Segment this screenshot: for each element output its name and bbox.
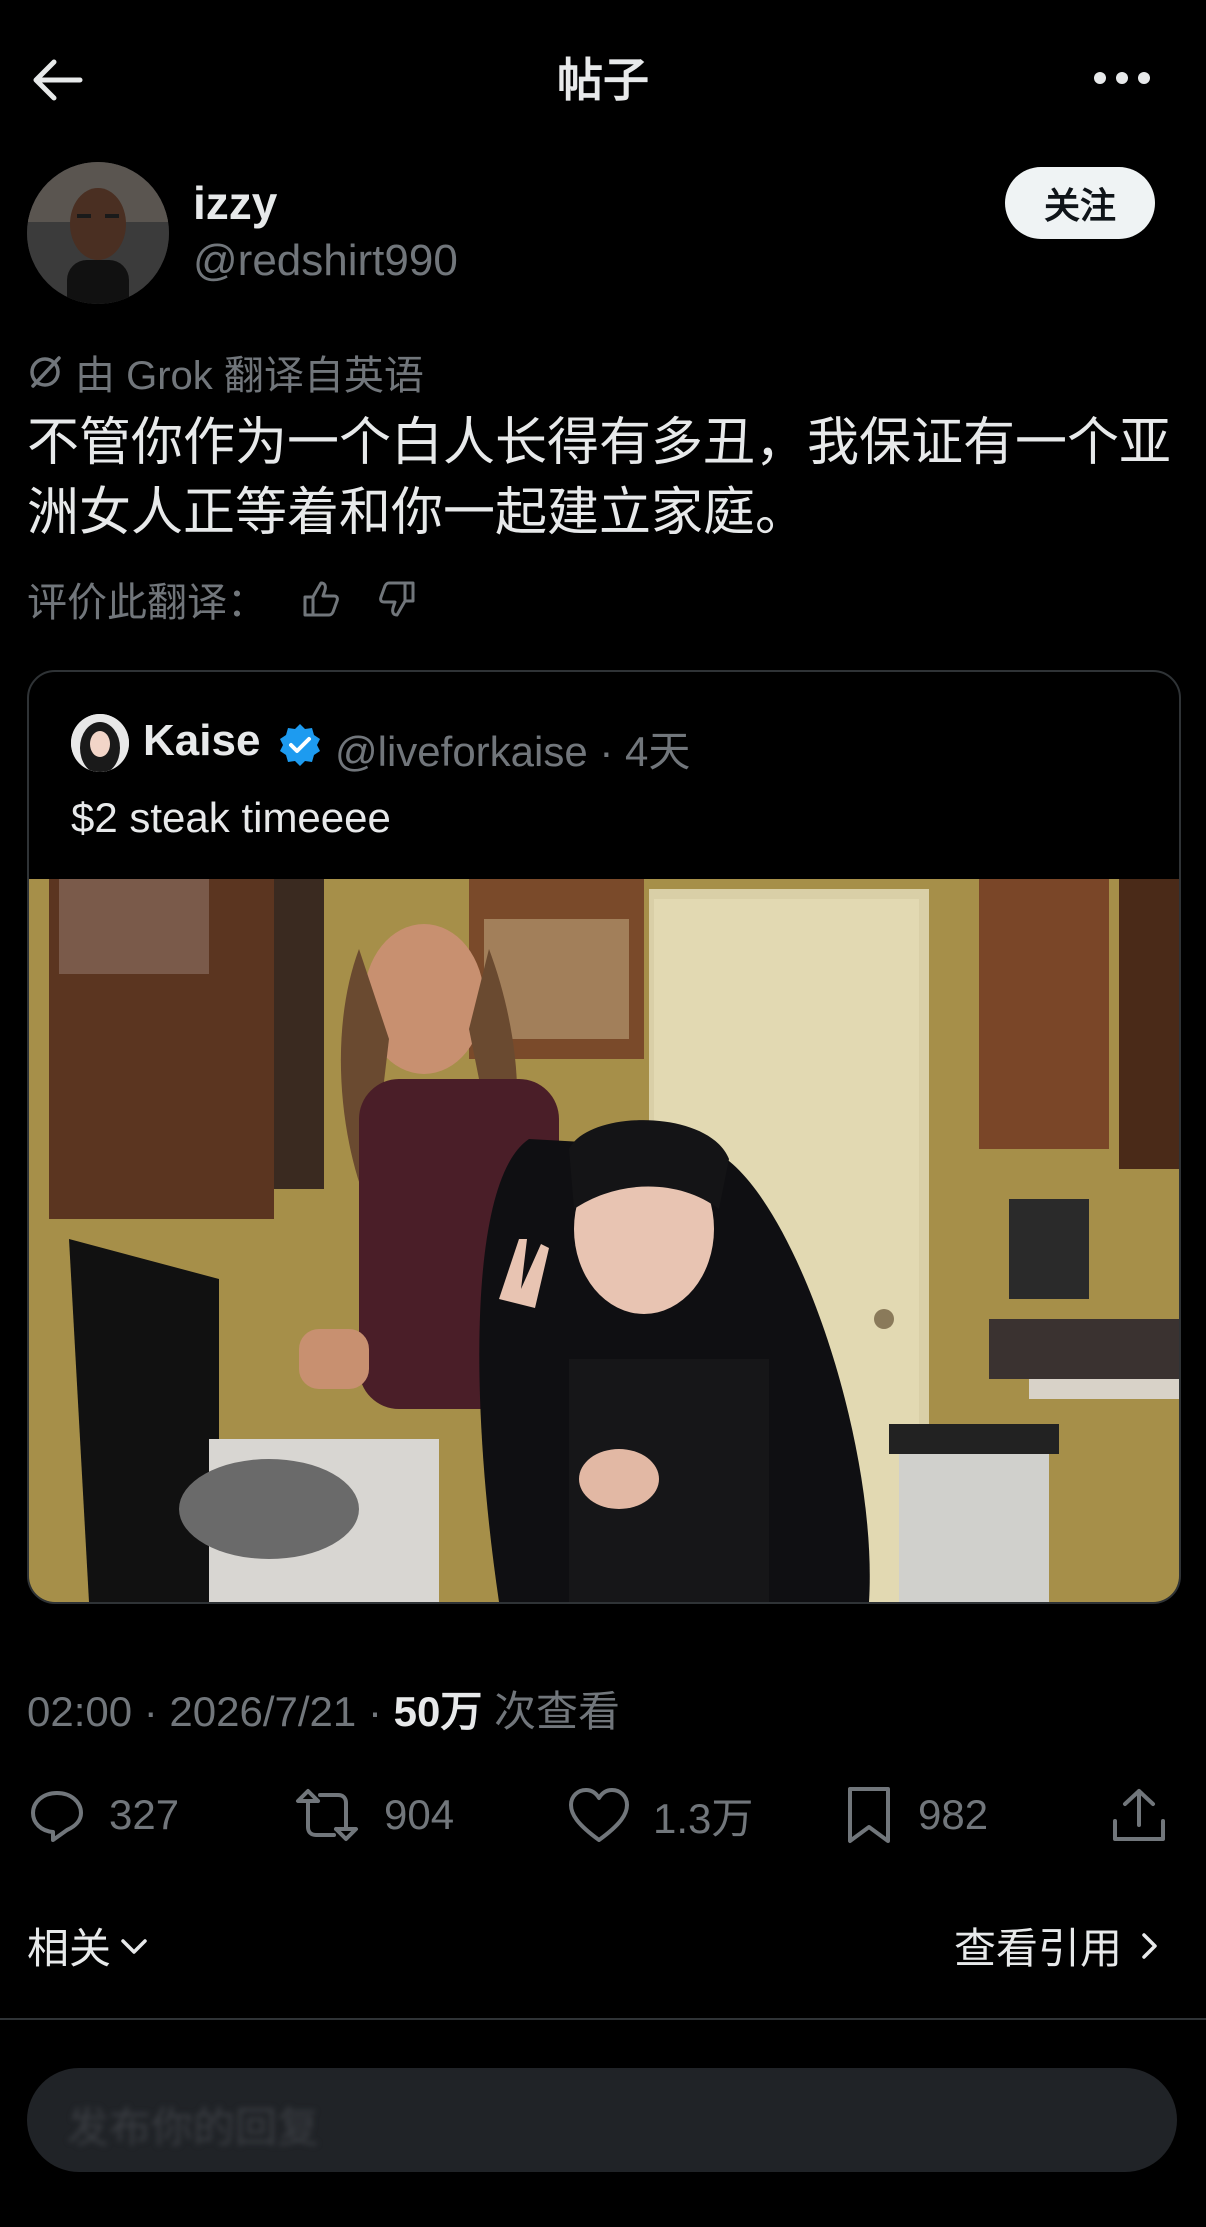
author-avatar[interactable] <box>27 162 169 304</box>
quoted-author-name[interactable]: Kaise <box>143 716 260 766</box>
related-label: 相关 <box>27 1925 112 1972</box>
repost-icon <box>296 1789 358 1841</box>
page-title: 帖子 <box>557 54 649 106</box>
view-quotes-label: 查看引用 <box>953 1925 1122 1972</box>
verified-badge-icon <box>280 724 320 766</box>
reply-icon <box>31 1791 83 1842</box>
tweet-timestamp: 02:00 · 2026/7/21 · <box>27 1688 394 1735</box>
repost-count: 904 <box>384 1791 455 1838</box>
reply-placeholder: 发布你的回复 <box>67 2104 320 2151</box>
divider <box>0 2018 1206 2020</box>
tweet-meta: 02:00 · 2026/7/21 · 50万 次查看 <box>27 1678 620 1739</box>
share-icon <box>1113 1789 1165 1841</box>
related-dropdown[interactable]: 相关 <box>27 1915 151 1976</box>
reply-count: 327 <box>109 1791 180 1838</box>
rate-translation: 评价此翻译： <box>27 570 419 628</box>
view-count: 50万 <box>393 1688 483 1735</box>
bookmark-button[interactable]: 982 <box>842 1785 988 1845</box>
share-button[interactable] <box>1109 1785 1191 1845</box>
translation-notice: 由 Grok 翻译自英语 <box>27 343 424 401</box>
action-bar: 327 904 1.3万 982 <box>27 1785 1177 1849</box>
reply-button[interactable]: 327 <box>27 1785 179 1845</box>
thumbs-up-icon[interactable] <box>299 577 343 621</box>
more-options-icon[interactable] <box>1090 58 1154 98</box>
quoted-handle-time: @liveforkaise · 4天 <box>335 728 691 775</box>
quoted-tweet-text: $2 steak timeeee <box>71 794 391 841</box>
bookmark-count: 982 <box>918 1791 989 1838</box>
chevron-right-icon <box>1142 1932 1157 1959</box>
heart-icon <box>569 1787 629 1842</box>
tweet-text: 不管你作为一个白人长得有多丑，我保证有一个亚洲女人正等着和你一起建立家庭。 <box>27 414 1172 542</box>
quoted-author-avatar[interactable] <box>71 714 129 772</box>
rate-translation-label: 评价此翻译： <box>27 581 267 625</box>
bookmark-icon <box>848 1787 890 1843</box>
grok-icon <box>30 356 61 388</box>
quoted-tweet-card[interactable]: Kaise @liveforkaise · 4天 $2 steak timeee… <box>27 670 1181 1604</box>
author-handle[interactable]: @redshirt990 <box>193 236 458 286</box>
chevron-down-icon <box>121 1938 147 1954</box>
like-count: 1.3万 <box>653 1795 754 1842</box>
author-name[interactable]: izzy <box>193 176 277 230</box>
view-quotes-link[interactable]: 查看引用 <box>954 1915 1166 1976</box>
like-button[interactable]: 1.3万 <box>567 1785 753 1846</box>
repost-button[interactable]: 904 <box>292 1785 454 1845</box>
view-label: 次查看 <box>482 1688 620 1735</box>
follow-button[interactable]: 关注 <box>1005 167 1155 239</box>
translation-notice-text: 由 Grok 翻译自英语 <box>75 354 424 398</box>
reply-input[interactable]: 发布你的回复 <box>27 2068 1177 2172</box>
thumbs-down-icon[interactable] <box>375 577 419 621</box>
quoted-tweet-photo[interactable] <box>29 879 1179 1602</box>
